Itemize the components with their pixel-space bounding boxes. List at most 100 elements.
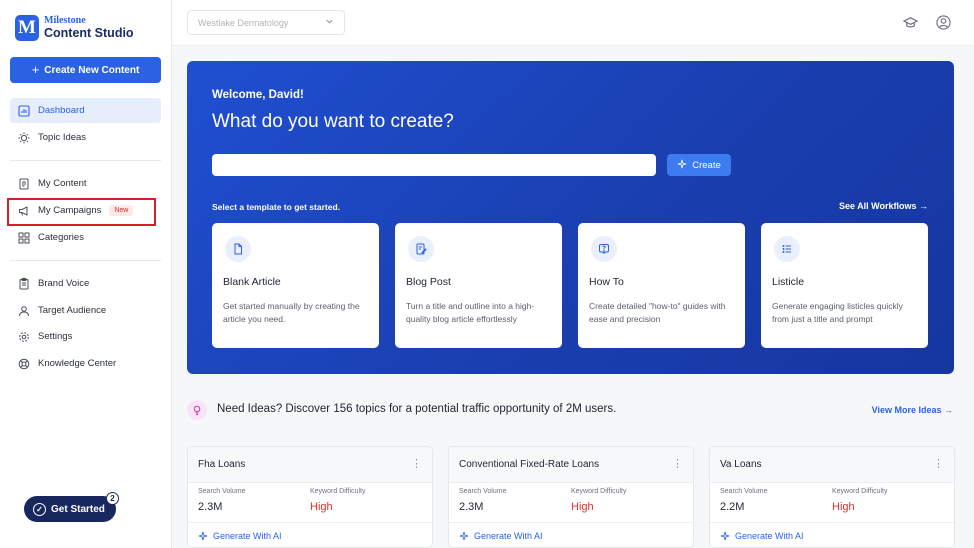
view-more-ideas-label: View More Ideas: [871, 405, 942, 415]
search-volume-value: 2.3M: [459, 501, 484, 513]
arrow-right-icon: →: [919, 201, 928, 211]
lightbulb-icon: [187, 400, 207, 420]
template-card-listicle[interactable]: Listicle Generate engaging listicles qui…: [761, 223, 928, 348]
sidebar-item-target-audience[interactable]: Target Audience: [10, 298, 161, 323]
create-new-content-button[interactable]: + Create New Content: [10, 57, 161, 83]
search-volume-value: 2.2M: [720, 501, 745, 513]
brand-name-bottom: Content Studio: [44, 26, 134, 41]
sidebar-item-brand-voice[interactable]: Brand Voice: [10, 271, 161, 296]
graduation-cap-icon[interactable]: [901, 13, 919, 31]
search-volume-label: Search Volume: [720, 488, 768, 495]
more-options-icon[interactable]: ⋮: [933, 459, 944, 470]
sparkle-icon: [677, 159, 687, 172]
logo-mark: M: [15, 15, 39, 41]
clipboard-icon: [18, 277, 30, 290]
keyword-difficulty-value: High: [310, 501, 333, 513]
file-icon: [225, 236, 251, 262]
list-icon: [774, 236, 800, 262]
template-card-blank-article[interactable]: Blank Article Get started manually by cr…: [212, 223, 379, 348]
check-circle-icon: ✓: [33, 502, 46, 516]
search-volume-label: Search Volume: [198, 488, 246, 495]
keyword-title: Conventional Fixed-Rate Loans: [459, 459, 600, 470]
keyword-card[interactable]: Va Loans ⋮ Search Volume 2.2M Keyword Di…: [709, 446, 955, 548]
create-button-label: Create: [692, 159, 721, 171]
generate-with-ai-button[interactable]: Generate With AI: [188, 522, 432, 547]
sidebar-divider: [10, 160, 161, 161]
sparkle-icon: [459, 531, 469, 541]
keyword-card[interactable]: Conventional Fixed-Rate Loans ⋮ Search V…: [448, 446, 694, 548]
more-options-icon[interactable]: ⋮: [411, 459, 422, 470]
sparkle-icon: [720, 531, 730, 541]
annotation-highlight-box: [7, 198, 156, 226]
create-new-content-label: Create New Content: [44, 64, 140, 76]
template-title: Blank Article: [223, 276, 281, 288]
generate-with-ai-label: Generate With AI: [474, 531, 543, 541]
hero-panel: Welcome, David! What do you want to crea…: [187, 61, 954, 374]
keyword-difficulty-label: Keyword Difficulty: [310, 488, 366, 495]
template-description: Turn a title and outline into a high-qua…: [406, 301, 535, 324]
keyword-difficulty-label: Keyword Difficulty: [832, 488, 888, 495]
view-more-ideas-link[interactable]: View More Ideas →: [872, 405, 953, 415]
generate-with-ai-button[interactable]: Generate With AI: [710, 522, 954, 547]
keyword-title: Fha Loans: [198, 459, 246, 470]
sidebar-item-label: Brand Voice: [38, 278, 90, 289]
template-title: How To: [589, 276, 624, 288]
sidebar-item-settings[interactable]: Settings: [10, 324, 161, 349]
generate-with-ai-label: Generate With AI: [735, 531, 804, 541]
users-icon: [18, 305, 30, 317]
more-options-icon[interactable]: ⋮: [672, 459, 683, 470]
get-started-label: Get Started: [51, 503, 105, 515]
template-title: Listicle: [772, 276, 805, 288]
document-icon: [18, 178, 30, 190]
template-card-blog-post[interactable]: Blog Post Turn a title and outline into …: [395, 223, 562, 348]
top-bar: Westlake Dermatology: [172, 0, 974, 46]
keyword-card[interactable]: Fha Loans ⋮ Search Volume 2.3M Keyword D…: [187, 446, 433, 548]
keyword-difficulty-value: High: [571, 501, 594, 513]
template-description: Get started manually by creating the art…: [223, 301, 360, 324]
help-circle-icon: [18, 358, 30, 370]
sidebar-item-label: Knowledge Center: [38, 358, 117, 369]
see-all-workflows-label: See All Workflows: [838, 201, 917, 211]
edit-document-icon: [408, 236, 434, 262]
see-all-workflows-link[interactable]: See All Workflows →: [839, 201, 928, 211]
sidebar-item-categories[interactable]: Categories: [10, 225, 161, 250]
hero-title: What do you want to create?: [212, 111, 454, 132]
get-started-count-badge: 2: [106, 492, 119, 505]
sidebar-item-knowledge-center[interactable]: Knowledge Center: [10, 351, 161, 376]
sidebar-item-label: Dashboard: [38, 105, 85, 116]
grid-icon: [18, 232, 30, 244]
plus-icon: +: [31, 62, 40, 77]
get-started-button[interactable]: ✓ Get Started: [24, 496, 116, 522]
create-button[interactable]: Create: [667, 154, 731, 176]
location-select[interactable]: Westlake Dermatology: [187, 10, 345, 35]
sidebar-item-dashboard[interactable]: Dashboard: [10, 98, 161, 123]
gear-icon: [18, 331, 30, 343]
keyword-title: Va Loans: [720, 459, 762, 470]
search-volume-value: 2.3M: [198, 501, 223, 513]
sidebar: M Milestone Content Studio + Create New …: [0, 0, 172, 548]
sidebar-item-label: Settings: [38, 331, 73, 342]
keyword-difficulty-value: High: [832, 501, 855, 513]
template-title: Blog Post: [406, 276, 451, 288]
template-description: Create detailed "how-to" guides with eas…: [589, 301, 726, 324]
create-prompt-input[interactable]: [212, 154, 656, 176]
sidebar-item-my-content[interactable]: My Content: [10, 171, 161, 196]
brand-name-top: Milestone: [44, 15, 86, 27]
user-icon[interactable]: [934, 13, 952, 31]
sidebar-item-label: My Content: [38, 178, 87, 189]
brand-logo[interactable]: M Milestone Content Studio: [15, 15, 134, 41]
template-prompt: Select a template to get started.: [212, 202, 341, 212]
sidebar-divider: [10, 260, 161, 261]
generate-with-ai-button[interactable]: Generate With AI: [449, 522, 693, 547]
sidebar-item-topic-ideas[interactable]: Topic Ideas: [10, 125, 161, 150]
generate-with-ai-label: Generate With AI: [213, 531, 282, 541]
keyword-difficulty-label: Keyword Difficulty: [571, 488, 627, 495]
ideas-headline: Need Ideas? Discover 156 topics for a po…: [217, 403, 617, 415]
sparkle-icon: [198, 531, 208, 541]
sidebar-item-label: Target Audience: [38, 305, 107, 316]
arrow-right-icon: →: [944, 405, 953, 415]
template-card-how-to[interactable]: How To Create detailed "how-to" guides w…: [578, 223, 745, 348]
sidebar-item-label: Topic Ideas: [38, 132, 87, 143]
lightbulb-icon: [18, 132, 30, 144]
question-bubble-icon: [591, 236, 617, 262]
